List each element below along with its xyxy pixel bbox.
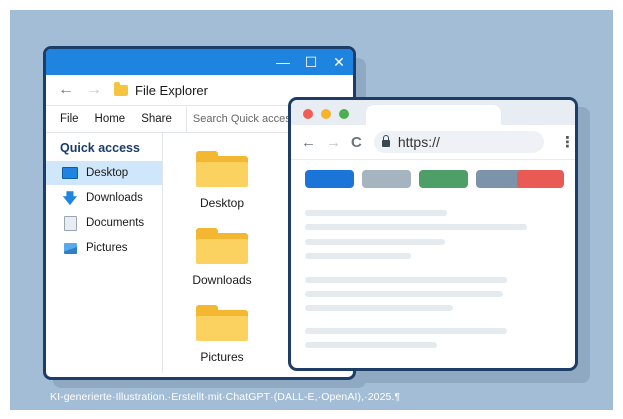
text-placeholder-line — [305, 328, 507, 334]
text-placeholder-line — [305, 305, 453, 311]
page-button-1[interactable] — [305, 170, 354, 188]
browser-tab-strip — [291, 100, 575, 127]
sidebar-item-label: Desktop — [86, 167, 129, 179]
minimize-dot-icon[interactable] — [321, 109, 331, 119]
menu-share[interactable]: Share — [133, 106, 180, 132]
navigation-pane: Quick access Desktop 🡇 Downloads Documen… — [46, 133, 163, 373]
text-placeholder-line — [305, 342, 437, 348]
folder-tile-pictures[interactable]: Pictures — [177, 305, 267, 364]
sidebar-item-downloads[interactable]: 🡇 Downloads — [46, 186, 162, 210]
download-icon: 🡇 — [62, 190, 78, 206]
folder-icon — [114, 81, 128, 96]
text-placeholder-line — [305, 291, 503, 297]
minimize-button[interactable]: — — [269, 49, 297, 75]
text-placeholder-line — [305, 277, 507, 283]
browser-tab[interactable] — [366, 105, 501, 127]
text-placeholder-line — [305, 253, 411, 259]
forward-arrow-icon[interactable]: → — [86, 81, 102, 99]
close-button[interactable]: ✕ — [325, 49, 353, 75]
folder-icon — [196, 305, 248, 341]
back-arrow-icon[interactable]: ← — [301, 134, 316, 151]
page-button-5[interactable] — [517, 170, 564, 188]
maximize-dot-icon[interactable] — [339, 109, 349, 119]
folder-label: Downloads — [192, 273, 252, 287]
folder-icon — [196, 228, 248, 264]
pictures-icon — [62, 241, 78, 255]
more-menu-icon[interactable]: ⋮ — [560, 133, 575, 151]
image-caption: KI-generierte·Illustration.·Erstellt·mit… — [50, 391, 401, 403]
sidebar-item-label: Documents — [86, 217, 145, 229]
document-icon — [62, 215, 78, 231]
close-dot-icon[interactable] — [303, 109, 313, 119]
address-bar[interactable]: https:// — [373, 131, 544, 153]
window-title: File Explorer — [135, 82, 208, 98]
sidebar-item-pictures[interactable]: Pictures — [46, 236, 162, 260]
desktop-icon — [62, 166, 78, 180]
menu-file[interactable]: File — [46, 106, 87, 132]
text-placeholder-line — [305, 210, 447, 216]
maximize-button[interactable]: ☐ — [297, 49, 325, 75]
explorer-titlebar: — ☐ ✕ — [46, 49, 353, 75]
forward-arrow-icon[interactable]: → — [326, 134, 341, 151]
folder-tile-downloads[interactable]: Downloads — [177, 228, 267, 287]
text-placeholder-line — [305, 224, 527, 230]
web-page-content — [291, 160, 575, 360]
lock-icon — [381, 135, 390, 147]
browser-toolbar: ← → C https:// ⋮ — [291, 125, 575, 160]
sidebar-item-desktop[interactable]: Desktop — [46, 161, 162, 185]
quick-access-heading[interactable]: Quick access — [46, 141, 162, 155]
url-text: https:// — [397, 134, 440, 150]
sidebar-item-label: Downloads — [86, 192, 143, 204]
reload-icon[interactable]: C — [351, 134, 362, 151]
sidebar-item-documents[interactable]: Documents — [46, 211, 162, 235]
folder-label: Desktop — [199, 196, 245, 210]
illustration-scene: — ☐ ✕ ← → File Explorer File Home Share … — [10, 10, 613, 410]
folder-tile-desktop[interactable]: Desktop — [177, 151, 267, 210]
menu-home[interactable]: Home — [87, 106, 134, 132]
page-button-2[interactable] — [362, 170, 411, 188]
text-placeholder-line — [305, 239, 445, 245]
folder-icon — [196, 151, 248, 187]
folder-label: Pictures — [200, 350, 244, 364]
back-arrow-icon[interactable]: ← — [58, 81, 74, 99]
page-button-3[interactable] — [419, 170, 468, 188]
sidebar-item-label: Pictures — [86, 242, 128, 254]
web-browser-window: ← → C https:// ⋮ — [288, 97, 578, 371]
